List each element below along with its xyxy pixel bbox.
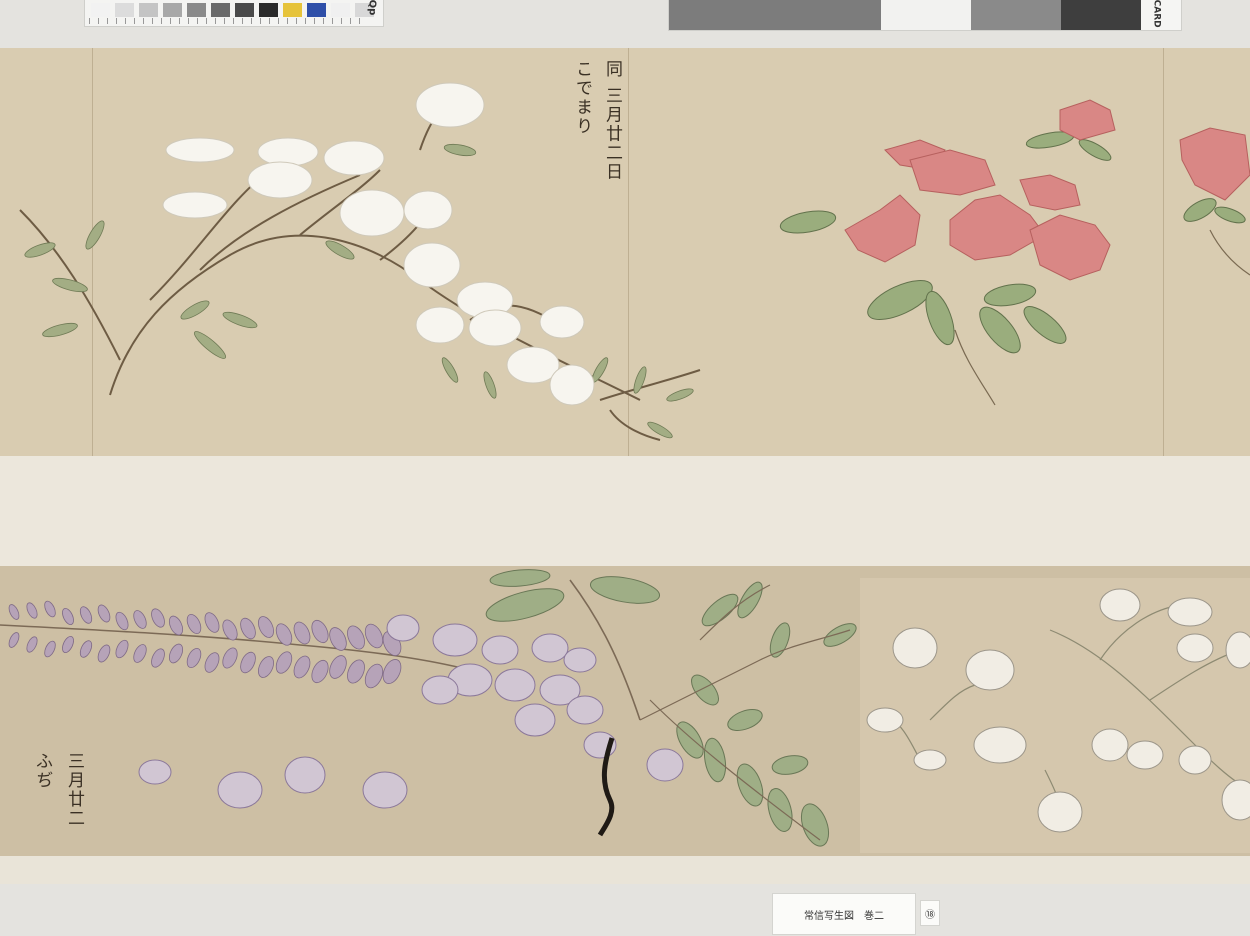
wisteria-bud: [115, 611, 129, 631]
wisteria-bud: [97, 644, 111, 663]
wisteria-bud: [133, 610, 147, 629]
wisteria-bud: [258, 656, 274, 678]
wisteria-bud: [151, 608, 165, 628]
inscription-date-upper: 同 三月廿二日: [602, 60, 622, 182]
wisteria-bud: [204, 652, 220, 673]
wisteria-bud: [186, 647, 202, 669]
wisteria-bud: [186, 613, 202, 635]
wisteria-bud: [204, 612, 220, 633]
wisteria-bud: [364, 623, 384, 649]
azalea-blossoms: [844, 99, 1250, 281]
plate-number: ⑱: [925, 909, 935, 921]
wisteria-bud: [311, 659, 329, 684]
wisteria-bud: [240, 651, 256, 674]
wisteria-bud: [347, 659, 365, 684]
inscription-date-lower: 三月廿二: [64, 752, 84, 828]
wisteria-bud: [258, 616, 274, 638]
spiraea-flower-clusters: [162, 82, 595, 406]
wisteria-bud: [115, 639, 129, 659]
wisteria-bud: [275, 651, 293, 674]
wisteria-flowers: [138, 614, 684, 809]
plate-number-tag: ⑱: [920, 900, 940, 926]
wisteria-buds: [8, 600, 402, 689]
wisteria-bud: [8, 604, 20, 620]
inscription-plant-name-lower: ふぢ: [32, 752, 52, 790]
wisteria-bud: [168, 643, 184, 664]
wisteria-bud: [26, 636, 38, 653]
wisteria-bud: [222, 647, 238, 669]
wisteria-bud: [97, 604, 111, 623]
spiraea-leaves: [24, 143, 694, 439]
catalog-title: 常信写生図 巻二: [804, 910, 884, 922]
wisteria-bud: [62, 608, 74, 625]
wisteria-bud: [26, 602, 38, 619]
wisteria-bud: [79, 640, 93, 658]
wisteria-bud: [293, 655, 311, 679]
catalog-label: 常信写生図 巻二: [772, 893, 916, 935]
wisteria-bud: [293, 621, 311, 645]
inscription-plant-name-upper: こでまり: [572, 60, 592, 136]
wisteria-bud: [168, 615, 184, 636]
wisteria-bud: [382, 659, 402, 684]
white-pea-flowers: [866, 588, 1250, 833]
botanical-paintings: [0, 82, 1250, 847]
wisteria-bud: [79, 606, 93, 624]
wisteria-bud: [311, 619, 329, 644]
wisteria-bud: [347, 625, 365, 650]
wisteria-bud: [44, 600, 56, 618]
wisteria-bud: [364, 663, 384, 689]
wisteria-bud: [329, 655, 347, 679]
wisteria-bud: [133, 644, 147, 663]
wisteria-bud: [44, 640, 56, 658]
wisteria-bud: [151, 648, 165, 668]
wisteria-bud: [8, 632, 20, 648]
wisteria-bud: [62, 636, 74, 653]
wisteria-bud: [240, 617, 256, 640]
